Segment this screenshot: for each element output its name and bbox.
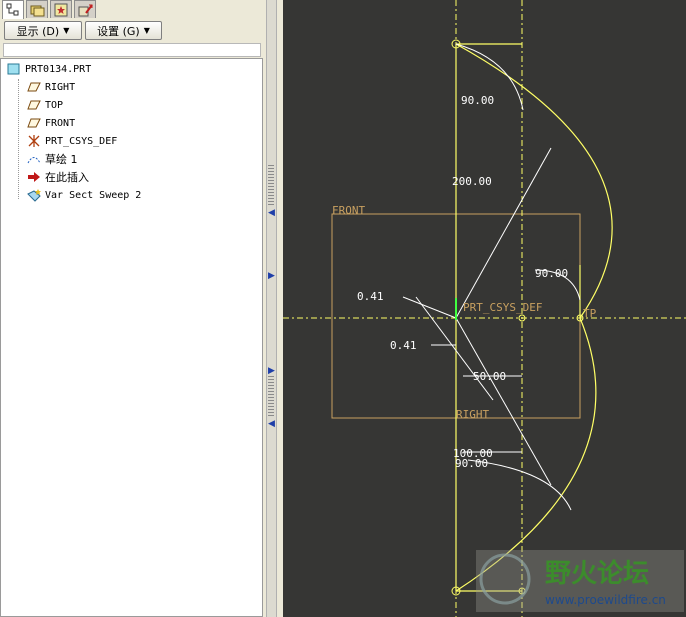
collapse-left-icon[interactable]: ◀ — [268, 207, 276, 219]
settings-dropdown-button[interactable]: 设置 (G) ▼ — [85, 21, 162, 40]
tree-item-front[interactable]: FRONT — [27, 115, 75, 131]
dimension-height[interactable]: 200.00 — [452, 175, 492, 188]
dimension-left-a[interactable]: 0.41 — [357, 290, 384, 303]
tree-connector-line — [18, 79, 19, 199]
dimension-offset[interactable]: 50.00 — [473, 370, 506, 383]
model-tree-panel: 显示 (D) ▼ 设置 (G) ▼ PRT0134.PRT RIGHT TOP … — [0, 0, 268, 617]
variable-section-sweep-icon — [27, 189, 41, 202]
tree-item-label: Var Sect Sweep 2 — [45, 189, 142, 201]
model-tree-icon — [6, 3, 19, 16]
watermark: 野火论坛 www.proewildfire.cn — [476, 550, 684, 612]
tab-folder-browser[interactable] — [26, 0, 48, 18]
sketch-icon — [27, 157, 41, 164]
splitter-grip[interactable] — [268, 165, 274, 205]
sketch-canvas[interactable]: FRONT RIGHT PRT_CSYS_DEF TP 90.00 200.00… — [283, 0, 686, 617]
show-dropdown-label: 显示 (D) — [16, 24, 60, 38]
tree-item-label: TOP — [45, 99, 64, 111]
insert-here-arrow-icon — [28, 172, 40, 182]
folder-icon — [30, 5, 45, 17]
graphics-window[interactable]: FRONT RIGHT PRT_CSYS_DEF TP 90.00 200.00… — [283, 0, 686, 617]
splitter-grip[interactable] — [268, 376, 274, 416]
tab-connections[interactable] — [74, 0, 96, 18]
dropdown-arrow-icon: ▼ — [63, 26, 70, 35]
favorites-icon — [54, 3, 68, 17]
tree-item-label: PRT0134.PRT — [25, 63, 92, 75]
tree-item-label: 在此插入 — [45, 171, 89, 184]
settings-dropdown-label: 设置 (G) — [97, 24, 140, 38]
coordinate-system-icon — [28, 135, 40, 147]
splitter-sash[interactable] — [266, 0, 277, 617]
datum-plane-icon — [27, 100, 41, 110]
model-tree: PRT0134.PRT RIGHT TOP FRONT PRT_CSYS_DEF — [0, 58, 263, 617]
tab-model-tree[interactable] — [2, 0, 24, 19]
dimension-bottom-angle[interactable]: 90.00 — [455, 457, 488, 470]
part-icon — [7, 63, 20, 75]
tab-favorites[interactable] — [50, 0, 72, 18]
dimension-top-angle[interactable]: 90.00 — [461, 94, 494, 107]
tree-item-part[interactable]: PRT0134.PRT — [7, 61, 91, 77]
panel-tabstrip — [0, 0, 268, 19]
tree-item-insert-here[interactable]: 在此插入 — [27, 169, 89, 185]
watermark-url: www.proewildfire.cn — [545, 593, 666, 607]
csys-label: PRT_CSYS_DEF — [463, 301, 542, 314]
tp-label: TP — [583, 307, 597, 320]
tree-item-var-sect-sweep[interactable]: Var Sect Sweep 2 — [27, 187, 141, 203]
dropdown-arrow-icon: ▼ — [143, 26, 150, 35]
tree-item-label: RIGHT — [45, 81, 76, 93]
front-datum-label: FRONT — [332, 204, 365, 217]
datum-plane-icon — [27, 82, 41, 92]
tree-filter-bar[interactable] — [3, 43, 261, 57]
tree-item-top[interactable]: TOP — [27, 97, 63, 113]
show-dropdown-button[interactable]: 显示 (D) ▼ — [4, 21, 82, 40]
watermark-title: 野火论坛 — [545, 559, 649, 589]
tree-item-csys[interactable]: PRT_CSYS_DEF — [27, 133, 117, 149]
datum-plane-icon — [27, 118, 41, 128]
dimension-mid-angle[interactable]: 90.00 — [535, 267, 568, 280]
right-datum-label: RIGHT — [456, 408, 489, 421]
dimension-left-b[interactable]: 0.41 — [390, 339, 417, 352]
tree-item-sketch[interactable]: 草绘 1 — [27, 151, 78, 167]
tree-item-label: PRT_CSYS_DEF — [45, 135, 118, 147]
panel-splitter — [263, 0, 283, 617]
tree-item-label: 草绘 1 — [45, 153, 78, 166]
connections-icon — [78, 4, 93, 17]
tree-item-right[interactable]: RIGHT — [27, 79, 75, 95]
tree-toolbar: 显示 (D) ▼ 设置 (G) ▼ — [0, 20, 268, 42]
tree-item-label: FRONT — [45, 117, 76, 129]
collapse-left-icon[interactable]: ◀ — [268, 418, 276, 430]
expand-right-icon[interactable]: ▶ — [268, 270, 276, 282]
expand-right-icon[interactable]: ▶ — [268, 365, 276, 377]
